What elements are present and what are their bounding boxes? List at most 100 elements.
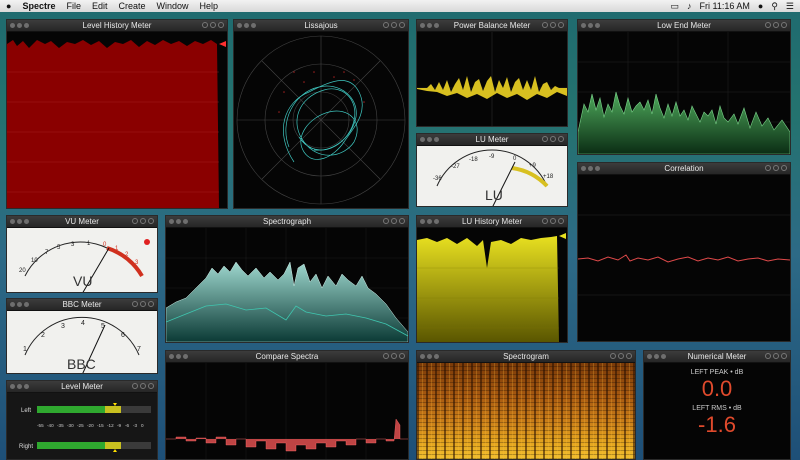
window-controls[interactable] (10, 219, 29, 224)
window-controls[interactable] (647, 354, 666, 359)
lu-scale-6: +18 (543, 174, 554, 180)
panel-controls[interactable] (383, 218, 405, 224)
numerical-meter-window: Numerical Meter LEFT PEAK • dB 0.0 LEFT … (643, 350, 791, 460)
window-controls[interactable] (581, 23, 600, 28)
vu-scale-9: 3 (135, 260, 139, 266)
vu-label: VU (73, 273, 92, 289)
low-end-plot (578, 32, 790, 154)
user-icon[interactable]: ● (758, 1, 763, 11)
left-peak-value: 0.0 (701, 376, 733, 401)
volume-icon[interactable]: ♪ (687, 1, 692, 11)
titlebar[interactable]: LU History Meter (417, 216, 567, 228)
level-scale-2: -35 (57, 423, 64, 428)
menu-bar: ● Spectre File Edit Create Window Help ▭… (0, 0, 800, 12)
level-scale-10: -3 (133, 423, 138, 428)
level-meter-body: Left Right -55 -40 -35 -30 -25 -20 -15 -… (7, 393, 157, 459)
vu-scale-0: 20 (19, 268, 26, 274)
panel-controls[interactable] (202, 22, 224, 28)
window-controls[interactable] (420, 219, 439, 224)
level-scale-0: -55 (37, 423, 44, 428)
window-controls[interactable] (420, 354, 439, 359)
window-controls[interactable] (169, 219, 188, 224)
level-meter-window: Level Meter Left Right -55 -40 -35 -30 -… (6, 380, 158, 460)
panel-controls[interactable] (542, 22, 564, 28)
app-menu[interactable]: Spectre (22, 1, 55, 11)
compare-spectra-window: Compare Spectra (165, 350, 409, 460)
titlebar[interactable]: Correlation (578, 163, 790, 175)
left-rms-label: LEFT RMS • dB (692, 405, 742, 412)
window-title: Compare Spectra (255, 352, 319, 361)
level-scale-8: -9 (117, 423, 122, 428)
bbc-label: BBC (67, 356, 96, 372)
clock[interactable]: Fri 11:16 AM (700, 1, 750, 11)
level-scale-4: -25 (77, 423, 84, 428)
titlebar[interactable]: Lissajous (234, 20, 408, 32)
search-icon[interactable]: ⚲ (771, 1, 778, 12)
menu-edit[interactable]: Edit (92, 1, 108, 11)
titlebar[interactable]: Numerical Meter (644, 351, 790, 363)
correlation-plot (578, 175, 790, 341)
apple-icon[interactable]: ● (6, 1, 11, 11)
window-title: Spectrograph (262, 217, 312, 226)
spectrograph-window: Spectrograph (165, 215, 409, 343)
panel-controls[interactable] (132, 218, 154, 224)
lu-history-window: LU History Meter (416, 215, 568, 343)
lu-meter-window: LU Meter -36 -27 -18 -9 0 +9 +18 LU (416, 133, 568, 207)
window-controls[interactable] (581, 166, 600, 171)
titlebar[interactable]: Spectrogram (417, 351, 635, 363)
compare-spectra-plot (166, 363, 408, 459)
titlebar[interactable]: Level Meter (7, 381, 157, 393)
window-controls[interactable] (420, 137, 439, 142)
window-title: LU History Meter (461, 217, 522, 226)
window-controls[interactable] (237, 23, 256, 28)
numerical-meter-body: LEFT PEAK • dB 0.0 LEFT RMS • dB -1.6 (644, 363, 790, 459)
window-controls[interactable] (420, 23, 439, 28)
right-channel-label: Right (19, 444, 33, 450)
titlebar[interactable]: Level History Meter (7, 20, 227, 32)
panel-controls[interactable] (383, 353, 405, 359)
panel-controls[interactable] (542, 218, 564, 224)
menu-help[interactable]: Help (200, 1, 219, 11)
titlebar[interactable]: Power Balance Meter (417, 20, 567, 32)
menu-window[interactable]: Window (157, 1, 189, 11)
titlebar[interactable]: Low End Meter (578, 20, 790, 32)
panel-controls[interactable] (610, 353, 632, 359)
vu-scale-3: 5 (57, 245, 61, 251)
vu-meter-window: VU Meter 20 10 7 5 3 1 0 1 2 3 VU (6, 215, 158, 293)
panel-controls[interactable] (383, 22, 405, 28)
vu-meter-face: 20 10 7 5 3 1 0 1 2 3 VU (7, 228, 157, 292)
titlebar[interactable]: BBC Meter (7, 299, 157, 311)
lu-scale-1: -27 (451, 164, 460, 170)
panel-controls[interactable] (132, 383, 154, 389)
panel-controls[interactable] (765, 353, 787, 359)
peak-led (144, 239, 150, 245)
titlebar[interactable]: VU Meter (7, 216, 157, 228)
window-title: VU Meter (65, 217, 99, 226)
spectrogram-plot (417, 363, 635, 459)
lissajous-plot (234, 32, 408, 208)
panel-controls[interactable] (765, 165, 787, 171)
window-controls[interactable] (10, 23, 29, 28)
level-scale-7: -12 (107, 423, 114, 428)
panel-controls[interactable] (765, 22, 787, 28)
lu-scale-4: 0 (513, 156, 517, 162)
lu-history-plot (417, 228, 567, 342)
level-scale-6: -15 (97, 423, 104, 428)
vu-scale-1: 10 (31, 258, 38, 264)
airplay-icon[interactable]: ▭ (671, 1, 680, 12)
window-controls[interactable] (169, 354, 188, 359)
low-end-window: Low End Meter (577, 19, 791, 155)
window-controls[interactable] (10, 384, 29, 389)
menu-file[interactable]: File (66, 1, 81, 11)
titlebar[interactable]: Compare Spectra (166, 351, 408, 363)
panel-controls[interactable] (542, 136, 564, 142)
menu-create[interactable]: Create (119, 1, 146, 11)
vu-scale-4: 3 (71, 242, 75, 248)
panel-controls[interactable] (132, 301, 154, 307)
list-icon[interactable]: ☰ (786, 1, 794, 12)
titlebar[interactable]: LU Meter (417, 134, 567, 146)
window-controls[interactable] (10, 302, 29, 307)
titlebar[interactable]: Spectrograph (166, 216, 408, 228)
spectrograph-plot (166, 228, 408, 342)
level-scale-5: -20 (87, 423, 94, 428)
